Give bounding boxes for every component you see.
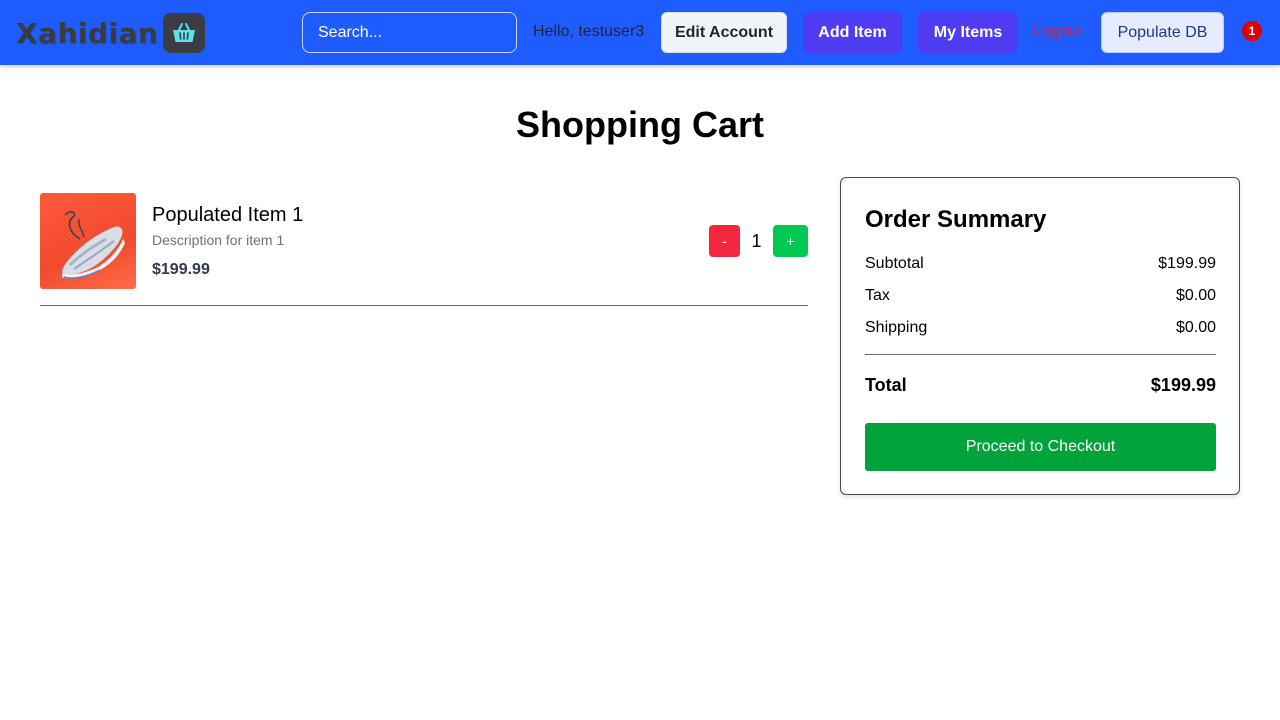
summary-divider xyxy=(865,354,1216,355)
total-value: $199.99 xyxy=(1150,375,1216,395)
shipping-value: $0.00 xyxy=(1175,319,1216,336)
proceed-to-checkout-button[interactable]: Proceed to Checkout xyxy=(865,423,1216,471)
increase-quantity-button[interactable]: + xyxy=(773,225,808,257)
my-items-button[interactable]: My Items xyxy=(918,12,1018,53)
populate-db-button[interactable]: Populate DB xyxy=(1101,12,1224,53)
cart-count-badge: 1 xyxy=(1242,21,1262,41)
item-price: $199.99 xyxy=(152,261,210,278)
subtotal-label: Subtotal xyxy=(865,255,924,272)
tax-label: Tax xyxy=(865,287,890,304)
top-navbar: Xahidian Hello, testuser3 Edit Account A… xyxy=(0,0,1280,65)
product-image xyxy=(40,193,136,289)
order-summary-card: Order Summary Subtotal $199.99 Tax $0.00… xyxy=(840,177,1240,495)
brand-logo[interactable]: Xahidian xyxy=(16,13,206,53)
logout-link[interactable]: Logout xyxy=(1033,23,1082,41)
search-input[interactable] xyxy=(302,12,517,53)
shipping-label: Shipping xyxy=(865,319,928,336)
item-description: Description for item 1 xyxy=(152,232,285,248)
user-greeting: Hello, testuser3 xyxy=(533,23,645,40)
subtotal-value: $199.99 xyxy=(1158,255,1216,272)
tax-value: $0.00 xyxy=(1175,287,1216,304)
item-quantity: 1 xyxy=(751,231,762,251)
page-title: Shopping Cart xyxy=(516,104,764,145)
brand-name: Xahidian xyxy=(16,16,159,50)
total-label: Total xyxy=(865,375,907,395)
item-name[interactable]: Populated Item 1 xyxy=(152,204,303,227)
basket-icon xyxy=(163,13,206,53)
cart-link[interactable]: 1 xyxy=(1238,18,1264,44)
cart-item-row: Populated Item 1 Description for item 1 … xyxy=(40,193,808,306)
order-summary-title: Order Summary xyxy=(865,206,1047,233)
decrease-quantity-button[interactable]: - xyxy=(709,225,740,257)
edit-account-button[interactable]: Edit Account xyxy=(661,12,787,53)
add-item-button[interactable]: Add Item xyxy=(803,12,902,53)
